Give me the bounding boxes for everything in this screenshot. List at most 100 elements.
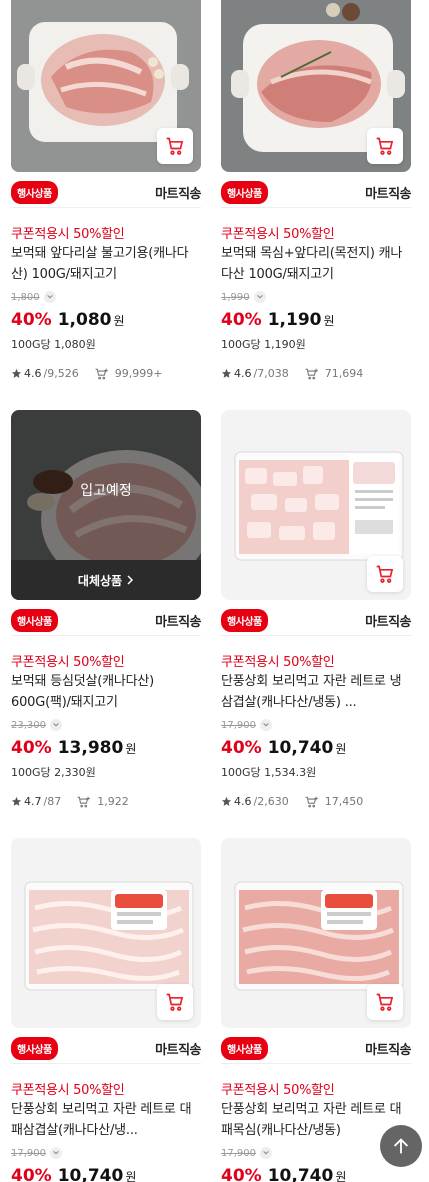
original-price-value: 17,900 xyxy=(11,1147,46,1159)
currency-unit: 원 xyxy=(113,314,125,328)
currency-unit: 원 xyxy=(323,314,335,328)
add-to-cart-button[interactable] xyxy=(367,984,403,1020)
unit-price: 100G당 1,534.3원 xyxy=(221,766,317,779)
cart-plus-icon xyxy=(95,368,109,380)
currency-unit: 원 xyxy=(125,742,137,756)
star-icon xyxy=(11,796,22,806)
cart-plus-icon xyxy=(305,368,319,380)
arrow-up-icon xyxy=(393,1138,409,1154)
coupon-text: 쿠폰적용시 50%할인 xyxy=(11,655,125,670)
original-price-value: 17,900 xyxy=(221,1147,256,1159)
product-image[interactable] xyxy=(221,0,411,172)
cart-count: 1,922 xyxy=(97,795,129,808)
product-image[interactable] xyxy=(221,410,411,600)
sale-price: 10,740 xyxy=(57,1166,124,1182)
star-icon xyxy=(221,368,232,378)
product-image[interactable]: 입고예정 대체상품 xyxy=(11,410,201,600)
original-price[interactable]: 23,300 xyxy=(11,719,62,731)
badge-row: 행사상품 마트직송 xyxy=(221,1034,411,1064)
original-price[interactable]: 17,900 xyxy=(221,719,272,731)
chevron-down-icon[interactable] xyxy=(43,291,56,303)
add-to-cart-button[interactable] xyxy=(157,984,193,1020)
original-price[interactable]: 17,900 xyxy=(221,1147,272,1159)
star-icon xyxy=(11,368,22,378)
coupon-text: 쿠폰적용시 50%할인 xyxy=(11,1083,125,1098)
original-price-value: 23,300 xyxy=(11,719,46,731)
sale-price: 13,980 xyxy=(57,738,124,758)
product-name[interactable]: 단풍상회 보리먹고 자란 레트로 냉삼겹살(캐나다산/냉동) ... xyxy=(221,671,411,713)
add-to-cart-button[interactable] xyxy=(367,556,403,592)
original-price[interactable]: 1,800 xyxy=(11,291,56,303)
product-stats: 4.6 /7,038 71,694 xyxy=(221,367,363,380)
discount-rate: 40% xyxy=(221,1166,262,1182)
price-row: 40% 10,740 원 xyxy=(11,1166,136,1182)
badge-row: 행사상품 마트직송 xyxy=(221,178,411,208)
review-count: /7,038 xyxy=(253,367,289,380)
discount-rate: 40% xyxy=(11,738,52,758)
add-to-cart-button[interactable] xyxy=(367,128,403,164)
chevron-down-icon[interactable] xyxy=(50,1147,62,1159)
product-image[interactable] xyxy=(11,0,201,172)
product-card[interactable]: 입고예정 대체상품 행사상품 마트직송 쿠폰적용시 50%할인 보먹돼 등심덧살… xyxy=(11,410,201,820)
shopping-cart-icon xyxy=(376,993,394,1011)
currency-unit: 원 xyxy=(335,1170,347,1182)
price-row: 40% 1,080 원 xyxy=(11,310,125,330)
sale-price: 1,080 xyxy=(57,310,112,330)
event-badge: 행사상품 xyxy=(11,1037,58,1060)
cart-count: 99,999+ xyxy=(114,367,163,380)
currency-unit: 원 xyxy=(335,742,347,756)
product-stats: 4.6 /9,526 99,999+ xyxy=(11,367,162,380)
product-image[interactable] xyxy=(11,838,201,1028)
event-badge: 행사상품 xyxy=(221,609,268,632)
price-row: 40% 10,740 원 xyxy=(221,1166,346,1182)
scroll-to-top-button[interactable] xyxy=(380,1125,422,1167)
product-card[interactable]: 행사상품 마트직송 쿠폰적용시 50%할인 단풍상회 보리먹고 자란 레트로 냉… xyxy=(221,410,411,820)
rating-value: 4.7 xyxy=(24,795,42,808)
event-badge: 행사상품 xyxy=(11,181,58,204)
delivery-type: 마트직송 xyxy=(155,615,201,630)
original-price[interactable]: 1,990 xyxy=(221,291,266,303)
add-to-cart-button[interactable] xyxy=(157,128,193,164)
original-price-value: 1,990 xyxy=(221,291,250,303)
product-name[interactable]: 보먹돼 앞다리살 불고기용(캐나다산) 100G/돼지고기 xyxy=(11,243,201,285)
delivery-type: 마트직송 xyxy=(155,1043,201,1058)
chevron-down-icon[interactable] xyxy=(50,719,62,731)
unit-price: 100G당 2,330원 xyxy=(11,766,96,779)
product-card[interactable]: 행사상품 마트직송 쿠폰적용시 50%할인 보먹돼 앞다리살 불고기용(캐나다산… xyxy=(11,0,201,392)
shopping-cart-icon xyxy=(376,565,394,583)
badge-row: 행사상품 마트직송 xyxy=(11,178,201,208)
delivery-type: 마트직송 xyxy=(365,187,411,202)
chevron-down-icon[interactable] xyxy=(253,291,266,303)
product-name[interactable]: 단풍상회 보리먹고 자란 레트로 대패삼겹살(캐나다산/냉... xyxy=(11,1099,201,1141)
product-card[interactable]: 행사상품 마트직송 쿠폰적용시 50%할인 단풍상회 보리먹고 자란 레트로 대… xyxy=(221,838,411,1182)
price-row: 40% 1,190 원 xyxy=(221,310,335,330)
chevron-down-icon[interactable] xyxy=(260,1147,272,1159)
substitute-label: 대체상품 xyxy=(77,573,123,588)
original-price-value: 17,900 xyxy=(221,719,256,731)
original-price[interactable]: 17,900 xyxy=(11,1147,62,1159)
delivery-type: 마트직송 xyxy=(155,187,201,202)
discount-rate: 40% xyxy=(221,310,262,330)
coupon-text: 쿠폰적용시 50%할인 xyxy=(221,1083,335,1098)
price-row: 40% 10,740 원 xyxy=(221,738,346,758)
product-name[interactable]: 보먹돼 목심+앞다리(목전지) 캐나다산 100G/돼지고기 xyxy=(221,243,411,285)
coupon-text: 쿠폰적용시 50%할인 xyxy=(221,227,335,242)
product-card[interactable]: 행사상품 마트직송 쿠폰적용시 50%할인 보먹돼 목심+앞다리(목전지) 캐나… xyxy=(221,0,411,392)
substitute-product-button[interactable]: 대체상품 xyxy=(11,560,201,600)
review-count: /87 xyxy=(43,795,62,808)
delivery-type: 마트직송 xyxy=(365,1043,411,1058)
chevron-down-icon[interactable] xyxy=(260,719,272,731)
review-count: /9,526 xyxy=(43,367,79,380)
product-image[interactable] xyxy=(221,838,411,1028)
discount-rate: 40% xyxy=(11,310,52,330)
coupon-text: 쿠폰적용시 50%할인 xyxy=(221,655,335,670)
product-card[interactable]: 행사상품 마트직송 쿠폰적용시 50%할인 단풍상회 보리먹고 자란 레트로 대… xyxy=(11,838,201,1182)
badge-row: 행사상품 마트직송 xyxy=(221,606,411,636)
product-name[interactable]: 보먹돼 등심덧살(캐나다산) 600G(팩)/돼지고기 xyxy=(11,671,201,713)
badge-row: 행사상품 마트직송 xyxy=(11,1034,201,1064)
product-stats: 4.7 /87 1,922 xyxy=(11,795,129,808)
currency-unit: 원 xyxy=(125,1170,137,1182)
sale-price: 10,740 xyxy=(267,1166,334,1182)
unit-price: 100G당 1,080원 xyxy=(11,338,96,351)
rating-value: 4.6 xyxy=(234,367,252,380)
